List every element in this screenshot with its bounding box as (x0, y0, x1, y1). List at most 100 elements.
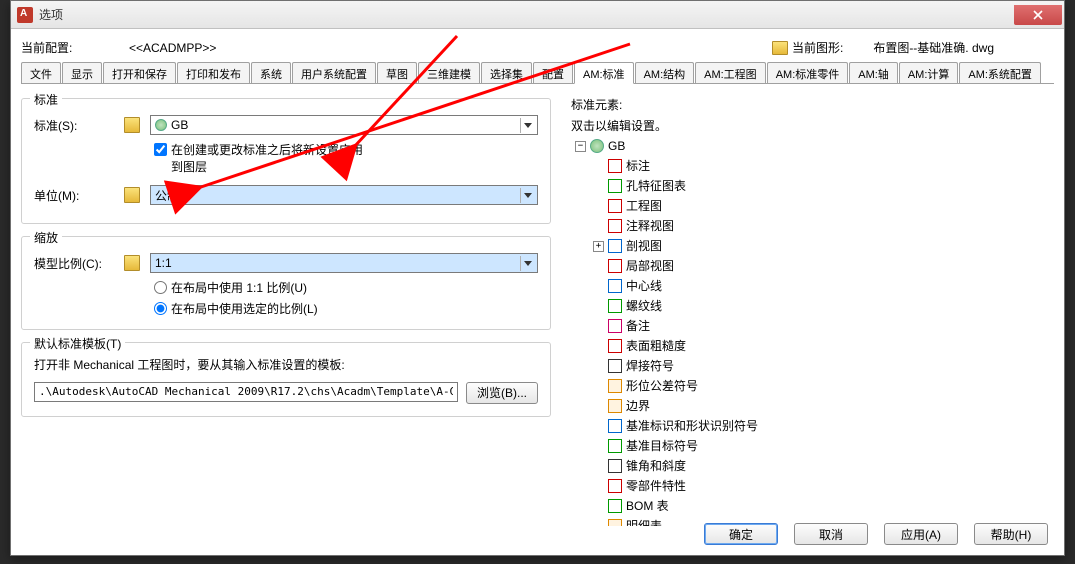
tree-item[interactable]: 孔特征图表 (593, 176, 1054, 196)
tab-13[interactable]: AM:标准零件 (767, 62, 849, 83)
tree-item[interactable]: 局部视图 (593, 256, 1054, 276)
tree-item-label: 零部件特性 (626, 476, 686, 496)
tree-spacer (593, 461, 604, 472)
standard-group: 标准 标准(S): GB 在创建或更改标准之后将新设置应用到图层 (21, 98, 551, 224)
elements-hint: 双击以编辑设置。 (571, 117, 1054, 134)
model-scale-combo[interactable]: 1:1 (150, 253, 538, 273)
tree-item-icon (608, 439, 622, 453)
tree-item-label: 锥角和斜度 (626, 456, 686, 476)
tree-item[interactable]: 表面粗糙度 (593, 336, 1054, 356)
tree-spacer (593, 201, 604, 212)
elements-header: 标准元素: (571, 96, 1054, 113)
tree-item-icon (608, 459, 622, 473)
tree-item[interactable]: 中心线 (593, 276, 1054, 296)
tree-item[interactable]: 基准标识和形状识别符号 (593, 416, 1054, 436)
standard-group-title: 标准 (30, 91, 62, 108)
tab-11[interactable]: AM:结构 (635, 62, 695, 83)
layout-selected-radio[interactable] (154, 302, 167, 315)
tab-12[interactable]: AM:工程图 (695, 62, 766, 83)
tree-item[interactable]: 螺纹线 (593, 296, 1054, 316)
tree-item[interactable]: BOM 表 (593, 496, 1054, 516)
drawing-icon (772, 41, 788, 55)
tab-9[interactable]: 配置 (533, 62, 573, 83)
globe-icon (590, 139, 604, 153)
tree-item-icon (608, 399, 622, 413)
collapse-icon[interactable]: − (575, 141, 586, 152)
tree-item-label: 剖视图 (626, 236, 662, 256)
standard-combo[interactable]: GB (150, 115, 538, 135)
tree-item[interactable]: 零部件特性 (593, 476, 1054, 496)
tab-0[interactable]: 文件 (21, 62, 61, 83)
tree-spacer (593, 361, 604, 372)
standard-value: GB (171, 118, 188, 132)
tree-item[interactable]: 边界 (593, 396, 1054, 416)
tree-item[interactable]: + 剖视图 (593, 236, 1054, 256)
cancel-button[interactable]: 取消 (794, 523, 868, 545)
tree-item[interactable]: 锥角和斜度 (593, 456, 1054, 476)
tree-item-icon (608, 159, 622, 173)
elements-tree[interactable]: − GB 标注孔特征图表工程图注释视图 + 剖视图局部视图中心线螺纹线备注表面粗糙度… (571, 136, 1054, 526)
tree-item-label: 螺纹线 (626, 296, 662, 316)
browse-button[interactable]: 浏览(B)... (466, 382, 538, 404)
tree-item-icon (608, 479, 622, 493)
tree-item-label: 形位公差符号 (626, 376, 698, 396)
tree-item[interactable]: 形位公差符号 (593, 376, 1054, 396)
close-icon (1033, 10, 1043, 20)
layer-icon[interactable] (124, 117, 140, 133)
apply-layers-label: 在创建或更改标准之后将新设置应用到图层 (171, 141, 371, 175)
tab-1[interactable]: 显示 (62, 62, 102, 83)
tree-spacer (593, 421, 604, 432)
tree-item[interactable]: 备注 (593, 316, 1054, 336)
tab-5[interactable]: 用户系统配置 (292, 62, 376, 83)
tree-spacer (593, 481, 604, 492)
ok-button[interactable]: 确定 (704, 523, 778, 545)
expand-icon[interactable]: + (593, 241, 604, 252)
tree-item-label: 焊接符号 (626, 356, 674, 376)
tree-item[interactable]: 注释视图 (593, 216, 1054, 236)
tree-item-label: 中心线 (626, 276, 662, 296)
template-group: 默认标准模板(T) 打开非 Mechanical 工程图时，要从其输入标准设置的… (21, 342, 551, 417)
template-path-input[interactable] (34, 382, 458, 402)
close-button[interactable] (1014, 5, 1062, 25)
model-scale-label: 模型比例(C): (34, 255, 124, 272)
tree-item[interactable]: 基准目标符号 (593, 436, 1054, 456)
tree-item-label: 明细表 (626, 516, 662, 526)
template-group-title: 默认标准模板(T) (30, 335, 125, 352)
apply-layers-checkbox[interactable] (154, 143, 167, 156)
tree-item-icon (608, 279, 622, 293)
tab-3[interactable]: 打印和发布 (177, 62, 250, 83)
tab-2[interactable]: 打开和保存 (103, 62, 176, 83)
scale-group-title: 缩放 (30, 229, 62, 246)
tree-item-label: 工程图 (626, 196, 662, 216)
layout-selected-label: 在布局中使用选定的比例(L) (171, 300, 318, 317)
tree-spacer (593, 221, 604, 232)
tree-spacer (593, 181, 604, 192)
tab-16[interactable]: AM:系统配置 (959, 62, 1041, 83)
current-profile-value: <<ACADMPP>> (129, 41, 216, 55)
tab-6[interactable]: 草图 (377, 62, 417, 83)
tree-item-icon (608, 519, 622, 526)
tree-root[interactable]: − GB (575, 136, 1054, 156)
template-desc: 打开非 Mechanical 工程图时，要从其输入标准设置的模板: (34, 357, 538, 374)
tree-item[interactable]: 工程图 (593, 196, 1054, 216)
layout-11-radio[interactable] (154, 281, 167, 294)
tree-item[interactable]: 焊接符号 (593, 356, 1054, 376)
model-scale-value: 1:1 (155, 256, 172, 270)
tab-8[interactable]: 选择集 (481, 62, 532, 83)
app-icon (17, 7, 33, 23)
apply-button[interactable]: 应用(A) (884, 523, 958, 545)
tab-14[interactable]: AM:轴 (849, 62, 898, 83)
tree-spacer (593, 261, 604, 272)
tab-10[interactable]: AM:标准 (574, 62, 634, 84)
layer-icon-3[interactable] (124, 255, 140, 271)
layer-icon-2[interactable] (124, 187, 140, 203)
titlebar[interactable]: 选项 (11, 1, 1064, 29)
tree-item[interactable]: 标注 (593, 156, 1054, 176)
tab-4[interactable]: 系统 (251, 62, 291, 83)
unit-combo[interactable]: 公制 (150, 185, 538, 205)
help-button[interactable]: 帮助(H) (974, 523, 1048, 545)
tab-15[interactable]: AM:计算 (899, 62, 959, 83)
tab-7[interactable]: 三维建模 (418, 62, 480, 83)
unit-label: 单位(M): (34, 187, 124, 204)
current-drawing-label: 当前图形: (792, 39, 843, 56)
